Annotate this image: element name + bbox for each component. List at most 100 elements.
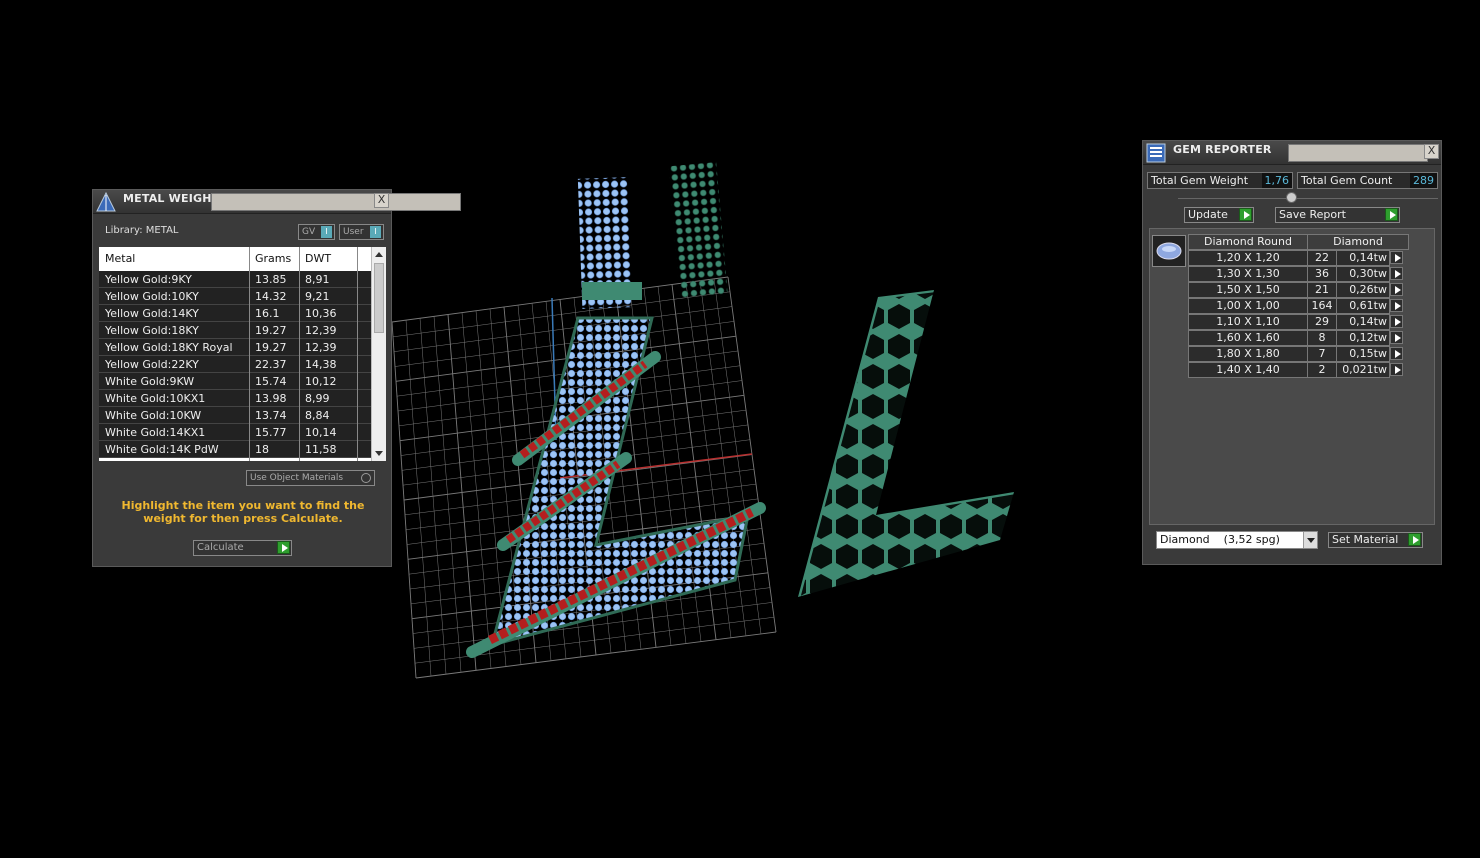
select-gem-arrow-icon[interactable]	[1390, 299, 1403, 312]
total-gem-weight-label: Total Gem Weight	[1151, 174, 1249, 187]
user-toggle[interactable]: User I	[339, 224, 384, 240]
bail-metal	[668, 162, 728, 300]
metal-scale-icon	[96, 191, 116, 212]
metal-name-cell: White Gold:9KW	[105, 375, 195, 388]
dwt-cell: 10,36	[305, 307, 337, 320]
column-header-metal[interactable]: Metal	[105, 252, 135, 265]
gem-thumbnail[interactable]	[1152, 235, 1186, 267]
column-divider	[357, 247, 358, 461]
radio-icon[interactable]	[361, 473, 371, 483]
dwt-cell: 9,21	[305, 290, 330, 303]
calculate-button[interactable]: Calculate	[193, 540, 292, 556]
grams-cell: 15.77	[255, 426, 287, 439]
total-gem-weight-value: 1,76	[1261, 173, 1292, 188]
total-gem-weight: Total Gem Weight 1,76	[1147, 172, 1293, 189]
gem-reporter-titlebar[interactable]: GEM REPORTER X	[1143, 141, 1441, 165]
gem-row[interactable]: 1,60 X 1,60 8 0,12tw	[1188, 330, 1408, 346]
use-object-materials-label: Use Object Materials	[250, 473, 344, 483]
table-row[interactable]: White Gold:9KW 15.74 10,12	[99, 373, 371, 390]
gem-reporter-title: GEM REPORTER	[1173, 143, 1272, 156]
metal-name-cell: Yellow Gold:10KY	[105, 290, 199, 303]
gem-row[interactable]: 1,20 X 1,20 22 0,14tw	[1188, 250, 1408, 266]
close-button[interactable]: X	[374, 193, 389, 208]
gem-size-cell: 1,00 X 1,00	[1188, 298, 1308, 314]
gem-size-cell: 1,20 X 1,20	[1188, 250, 1308, 266]
set-material-button[interactable]: Set Material	[1328, 532, 1423, 548]
gem-size-cell: 1,50 X 1,50	[1188, 282, 1308, 298]
table-row[interactable]: Yellow Gold:10KY 14.32 9,21	[99, 288, 371, 305]
grams-cell: 13.74	[255, 409, 287, 422]
gem-row[interactable]: 1,40 X 1,40 2 0,021tw	[1188, 362, 1408, 378]
bail-connector	[582, 282, 642, 300]
gem-weight-cell: 0,15tw	[1336, 346, 1390, 362]
table-row[interactable]: Yellow Gold:18KY Royal 19.27 12,39	[99, 339, 371, 356]
dwt-cell: 10,14	[305, 426, 337, 439]
grams-cell: 19.27	[255, 324, 287, 337]
gem-size-cell: 1,80 X 1,80	[1188, 346, 1308, 362]
grams-cell: 13.85	[255, 273, 287, 286]
gem-size-cell: 1,60 X 1,60	[1188, 330, 1308, 346]
dwt-cell: 8,91	[305, 273, 330, 286]
library-label: Library: METAL	[105, 225, 179, 236]
table-row[interactable]: Yellow Gold:9KY 13.85 8,91	[99, 271, 371, 288]
select-gem-arrow-icon[interactable]	[1390, 347, 1403, 360]
gv-toggle-indicator: I	[321, 226, 332, 238]
gem-count-cell: 29	[1307, 314, 1337, 330]
table-row[interactable]: Yellow Gold:14KY 16.1 10,36	[99, 305, 371, 322]
select-gem-arrow-icon[interactable]	[1390, 251, 1403, 264]
table-row[interactable]: White Gold:10KW 13.74 8,84	[99, 407, 371, 424]
gem-weight-cell: 0,021tw	[1336, 362, 1390, 378]
gem-count-cell: 36	[1307, 266, 1337, 282]
total-gem-count-label: Total Gem Count	[1301, 174, 1393, 187]
gem-row[interactable]: 1,30 X 1,30 36 0,30tw	[1188, 266, 1408, 282]
grams-cell: 13.98	[255, 392, 287, 405]
table-row[interactable]: Yellow Gold:22KY 22.37 14,38	[99, 356, 371, 373]
dwt-cell: 12,39	[305, 324, 337, 337]
gem-count-cell: 7	[1307, 346, 1337, 362]
scroll-down-arrow-icon[interactable]	[375, 451, 383, 456]
gem-row[interactable]: 1,00 X 1,00 164 0,61tw	[1188, 298, 1408, 314]
update-button[interactable]: Update	[1184, 207, 1254, 223]
metal-table-scrollbar[interactable]	[371, 247, 386, 461]
gem-row[interactable]: 1,80 X 1,80 7 0,15tw	[1188, 346, 1408, 362]
set-material-label: Set Material	[1332, 533, 1399, 546]
metal-name-cell: White Gold:14KX1	[105, 426, 206, 439]
select-gem-arrow-icon[interactable]	[1390, 315, 1403, 328]
grams-cell: 14.32	[255, 290, 287, 303]
column-divider	[299, 247, 300, 461]
column-header-dwt[interactable]: DWT	[305, 252, 331, 265]
play-arrow-icon	[1408, 533, 1421, 546]
table-row[interactable]: White Gold:10KX1 13.98 8,99	[99, 390, 371, 407]
dwt-cell: 10,12	[305, 375, 337, 388]
gem-weight-cell: 0,26tw	[1336, 282, 1390, 298]
gem-weight-cell: 0,14tw	[1336, 250, 1390, 266]
gv-toggle[interactable]: GV I	[298, 224, 335, 240]
gem-row[interactable]: 1,10 X 1,10 29 0,14tw	[1188, 314, 1408, 330]
column-header-grams[interactable]: Grams	[255, 252, 291, 265]
select-gem-arrow-icon[interactable]	[1390, 331, 1403, 344]
select-gem-arrow-icon[interactable]	[1390, 283, 1403, 296]
metal-name-cell: White Gold:10KX1	[105, 392, 206, 405]
metal-name-cell: White Gold:10KW	[105, 409, 202, 422]
metal-table-header: Metal Grams DWT	[99, 247, 371, 271]
scroll-up-arrow-icon[interactable]	[375, 252, 383, 257]
use-object-materials-option[interactable]: Use Object Materials	[246, 470, 375, 486]
dwt-cell: 8,84	[305, 409, 330, 422]
grams-cell: 15.74	[255, 375, 287, 388]
gem-list-area: Diamond Round Diamond 1,20 X 1,20 22 0,14t…	[1149, 228, 1435, 525]
save-report-button[interactable]: Save Report	[1275, 207, 1400, 223]
table-row[interactable]: White Gold:14KX1 15.77 10,14	[99, 424, 371, 441]
gem-row[interactable]: 1,50 X 1,50 21 0,26tw	[1188, 282, 1408, 298]
select-gem-arrow-icon[interactable]	[1390, 363, 1403, 376]
table-row[interactable]: Yellow Gold:18KY 19.27 12,39	[99, 322, 371, 339]
chevron-down-icon[interactable]	[1303, 532, 1317, 548]
splitter-handle[interactable]	[1286, 192, 1297, 203]
metal-name-cell: Yellow Gold:18KY Royal	[105, 341, 233, 354]
close-button[interactable]: X	[1424, 144, 1439, 159]
metal-table-body: Yellow Gold:9KY 13.85 8,91 Yellow Gold:10KY…	[99, 271, 371, 458]
metal-weights-titlebar[interactable]: METAL WEIGHTS X	[93, 190, 461, 214]
scroll-thumb[interactable]	[374, 263, 384, 333]
material-select[interactable]: Diamond (3,52 spg)	[1156, 531, 1318, 549]
select-gem-arrow-icon[interactable]	[1390, 267, 1403, 280]
table-row[interactable]: White Gold:14K PdW 18 11,58	[99, 441, 371, 458]
